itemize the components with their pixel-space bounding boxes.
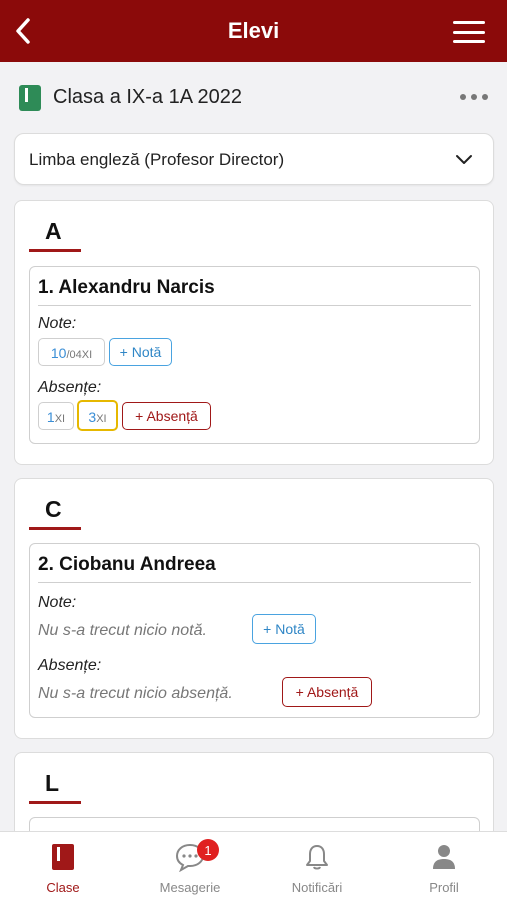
grade-value: 10 bbox=[50, 345, 67, 361]
absences-label: Absențe: bbox=[38, 657, 102, 674]
section-c: C 2. Ciobanu Andreea Note: Nu s-a trecut… bbox=[14, 478, 494, 739]
person-icon bbox=[433, 845, 455, 869]
menu-button[interactable] bbox=[453, 21, 485, 43]
unread-badge: 1 bbox=[197, 839, 219, 861]
section-underline bbox=[29, 249, 81, 252]
absence-chip[interactable]: 1 XI bbox=[38, 402, 74, 430]
section-letter: C bbox=[45, 496, 62, 522]
absence-chip-highlighted[interactable]: 3 XI bbox=[77, 400, 118, 431]
absence-value: 1 bbox=[46, 409, 55, 425]
nav-label: Clase bbox=[46, 880, 80, 895]
nav-label: Profil bbox=[429, 880, 459, 895]
menu-icon bbox=[453, 21, 485, 24]
nav-item-profil[interactable]: Profil bbox=[381, 832, 507, 900]
student-name: 1. Alexandru Narcis bbox=[38, 277, 215, 298]
subject-select[interactable]: Limba engleză (Profesor Director) bbox=[14, 133, 494, 185]
grade-date: /04XI bbox=[66, 349, 93, 361]
book-icon bbox=[52, 844, 74, 870]
divider bbox=[38, 582, 471, 583]
nav-item-notificari[interactable]: Notificări bbox=[254, 832, 380, 900]
student-card: 1. Alexandru Narcis Note: 10/04XI + Notă… bbox=[29, 266, 480, 444]
top-bar: Elevi bbox=[0, 0, 507, 62]
student-name: 2. Ciobanu Andreea bbox=[38, 554, 216, 575]
section-a: A 1. Alexandru Narcis Note: 10/04XI + No… bbox=[14, 200, 494, 465]
add-absence-button[interactable]: + Absență bbox=[122, 402, 211, 430]
section-underline bbox=[29, 527, 81, 530]
nav-item-mesagerie[interactable]: 1 Mesagerie bbox=[127, 832, 253, 900]
nav-item-clase[interactable]: Clase bbox=[0, 832, 126, 900]
add-grade-button[interactable]: + Notă bbox=[109, 338, 172, 366]
grades-empty-text: Nu s-a trecut nicio notă. bbox=[38, 622, 207, 639]
grades-label: Note: bbox=[38, 594, 77, 611]
chevron-left-icon bbox=[16, 18, 30, 44]
nav-label: Notificări bbox=[291, 880, 343, 895]
absence-value: 3 bbox=[88, 409, 97, 425]
subject-value: Limba engleză (Profesor Director) bbox=[29, 150, 285, 169]
section-underline bbox=[29, 801, 81, 804]
absence-month: XI bbox=[96, 413, 107, 425]
bottom-nav: Clase 1 Mesagerie Notificări Profil bbox=[0, 831, 507, 900]
book-icon bbox=[19, 85, 41, 111]
add-grade-button[interactable]: + Notă bbox=[252, 614, 316, 644]
divider bbox=[38, 305, 471, 306]
section-letter: L bbox=[45, 770, 60, 796]
more-options-button[interactable] bbox=[460, 94, 488, 102]
chevron-down-icon bbox=[456, 155, 472, 164]
absences-label: Absențe: bbox=[38, 379, 102, 396]
class-name: Clasa a IX-a 1A 2022 bbox=[53, 86, 243, 108]
bell-icon bbox=[306, 845, 328, 870]
section-letter: A bbox=[45, 218, 62, 244]
back-button[interactable] bbox=[10, 17, 36, 45]
absences-empty-text: Nu s-a trecut nicio absență. bbox=[38, 685, 233, 702]
grade-chip[interactable]: 10/04XI bbox=[38, 338, 105, 366]
class-header: Clasa a IX-a 1A 2022 bbox=[0, 74, 507, 122]
absence-month: XI bbox=[54, 413, 66, 425]
add-absence-button[interactable]: + Absență bbox=[282, 677, 372, 707]
grades-label: Note: bbox=[38, 315, 77, 332]
nav-label: Mesagerie bbox=[159, 880, 221, 895]
student-card: 2. Ciobanu Andreea Note: Nu s-a trecut n… bbox=[29, 543, 480, 718]
page-title: Elevi bbox=[227, 18, 280, 43]
more-icon bbox=[460, 94, 466, 100]
